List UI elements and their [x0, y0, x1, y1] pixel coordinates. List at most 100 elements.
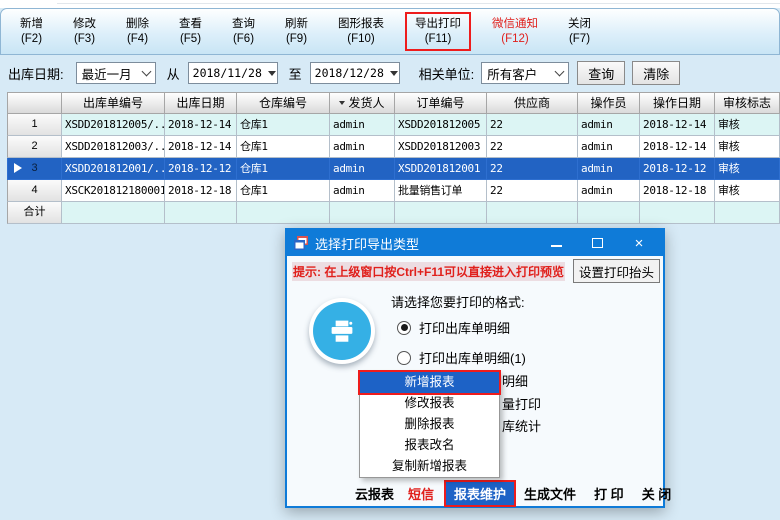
from-date-input[interactable]: 2018/11/28 — [188, 62, 278, 84]
table-cell[interactable]: 批量销售订单 — [395, 180, 487, 202]
menu-item-copy-report[interactable]: 复制新增报表 — [360, 456, 499, 477]
minimize-button[interactable] — [551, 240, 562, 247]
column-header-8[interactable]: 审核标志 — [715, 92, 780, 114]
toolbar-button-graph-report[interactable]: 图形报表(F10) — [331, 15, 391, 49]
table-cell[interactable]: 22 — [487, 180, 578, 202]
toolbar: 新增(F2) 修改(F3) 删除(F4) 查看(F5) 查询(F6) 刷新(F9) 图形报表… — [0, 8, 780, 55]
menu-item-add-report[interactable]: 新增报表 — [360, 372, 499, 393]
table-cell[interactable]: 2018-12-14 — [165, 114, 237, 136]
column-header-4[interactable]: 订单编号 — [395, 92, 487, 114]
table-cell[interactable]: admin — [330, 158, 395, 180]
print-format-option-label: 打印出库单明细 — [419, 318, 510, 337]
table-cell[interactable]: 22 — [487, 158, 578, 180]
table-cell[interactable]: XSDD201812005/... — [62, 114, 165, 136]
toolbar-button-delete[interactable]: 删除(F4) — [119, 15, 156, 49]
table-cell[interactable]: 仓库1 — [237, 136, 330, 158]
column-header-2[interactable]: 仓库编号 — [237, 92, 330, 114]
footer-link-print[interactable]: 打 印 — [594, 484, 624, 503]
maximize-button[interactable] — [592, 238, 603, 248]
row-number-cell[interactable]: 3 — [7, 158, 62, 180]
dialog-titlebar[interactable]: 选择打印导出类型 × — [287, 230, 663, 256]
column-header-3[interactable]: 发货人 — [330, 92, 395, 114]
footer-link-generate-file[interactable]: 生成文件 — [524, 484, 576, 503]
table-cell[interactable]: 审核 — [715, 180, 780, 202]
table-cell[interactable]: XSDD201812001/... — [62, 158, 165, 180]
toolbar-button-refresh[interactable]: 刷新(F9) — [278, 15, 315, 49]
filter-arrow-icon[interactable] — [339, 101, 345, 105]
toolbar-button-fkey: (F2) — [20, 32, 43, 47]
related-unit-select[interactable]: 所有客户 — [481, 62, 569, 84]
date-range-select[interactable]: 最近一月 — [76, 62, 156, 84]
table-cell[interactable]: admin — [578, 158, 640, 180]
print-format-option-1[interactable]: 打印出库单明细(1) — [397, 348, 526, 367]
table-cell[interactable]: admin — [578, 180, 640, 202]
radio-icon[interactable] — [397, 351, 411, 365]
radio-selected-icon[interactable] — [397, 321, 411, 335]
search-button[interactable]: 查询 — [577, 61, 625, 85]
column-header-1[interactable]: 出库日期 — [165, 92, 237, 114]
table-cell[interactable]: 2018-12-18 — [640, 180, 715, 202]
table-cell[interactable]: XSDD201812005 — [395, 114, 487, 136]
toolbar-button-wechat-notify[interactable]: 微信通知(F12) — [485, 15, 545, 49]
table-cell[interactable]: 22 — [487, 136, 578, 158]
toolbar-button-export-print[interactable]: 导出打印(F11) — [408, 15, 468, 49]
row-number-cell[interactable]: 1 — [7, 114, 62, 136]
menu-item-delete-report[interactable]: 删除报表 — [360, 414, 499, 435]
toolbar-button-close[interactable]: 关闭(F7) — [561, 15, 598, 49]
table-cell[interactable]: XSDD201812003 — [395, 136, 487, 158]
print-format-option-0[interactable]: 打印出库单明细 — [397, 318, 510, 337]
table-cell[interactable]: 2018-12-14 — [640, 114, 715, 136]
column-header-0[interactable]: 出库单编号 — [62, 92, 165, 114]
close-button[interactable]: × — [633, 237, 645, 249]
table-cell[interactable]: admin — [578, 114, 640, 136]
toolbar-button-new[interactable]: 新增(F2) — [13, 15, 50, 49]
footer-total-cell: 合计 — [7, 202, 62, 224]
menu-item-rename-report[interactable]: 报表改名 — [360, 435, 499, 456]
date-dropdown-icon[interactable] — [268, 71, 276, 76]
row-number-cell[interactable]: 4 — [7, 180, 62, 202]
table-cell[interactable]: 仓库1 — [237, 180, 330, 202]
set-print-header-button[interactable]: 设置打印抬头 — [573, 259, 660, 283]
table-cell[interactable]: XSDD201812003/... — [62, 136, 165, 158]
footer-link-sms[interactable]: 短信 — [408, 484, 434, 503]
dialog-hint-row: 提示: 在上级窗口按Ctrl+F11可以直接进入打印预览 设置打印抬头 — [287, 256, 663, 284]
table-cell[interactable]: XSCK201812180001 — [62, 180, 165, 202]
footer-link-report-maintain[interactable]: 报表维护 — [446, 482, 514, 505]
toolbar-button-search[interactable]: 查询(F6) — [225, 15, 262, 49]
row-number-cell[interactable]: 2 — [7, 136, 62, 158]
table-cell[interactable]: 审核 — [715, 114, 780, 136]
clear-button[interactable]: 清除 — [632, 61, 680, 85]
date-dropdown-icon[interactable] — [390, 71, 398, 76]
printer-badge — [309, 298, 375, 364]
table-cell[interactable]: 审核 — [715, 136, 780, 158]
column-header-7[interactable]: 操作日期 — [640, 92, 715, 114]
column-header-6[interactable]: 操作员 — [578, 92, 640, 114]
footer-empty-cell — [165, 202, 237, 224]
table-cell[interactable]: 22 — [487, 114, 578, 136]
table-cell[interactable]: 仓库1 — [237, 114, 330, 136]
table-cell[interactable]: XSDD201812001 — [395, 158, 487, 180]
from-date-value: 2018/11/28 — [193, 66, 262, 80]
table-cell[interactable]: admin — [578, 136, 640, 158]
column-header-5[interactable]: 供应商 — [487, 92, 578, 114]
table-cell[interactable]: 2018-12-18 — [165, 180, 237, 202]
table-cell[interactable]: 仓库1 — [237, 158, 330, 180]
table-cell[interactable]: admin — [330, 136, 395, 158]
table-cell[interactable]: 2018-12-14 — [640, 136, 715, 158]
table-cell[interactable]: admin — [330, 114, 395, 136]
table-cell[interactable]: admin — [330, 180, 395, 202]
footer-link-cloud-report[interactable]: 云报表 — [355, 484, 394, 503]
dialog-title: 选择打印导出类型 — [315, 234, 545, 253]
footer-empty-cell — [395, 202, 487, 224]
footer-link-close[interactable]: 关 闭 — [642, 484, 672, 503]
table-cell[interactable]: 审核 — [715, 158, 780, 180]
toolbar-button-view[interactable]: 查看(F5) — [172, 15, 209, 49]
toolbar-buttons: 新增(F2) 修改(F3) 删除(F4) 查看(F5) 查询(F6) 刷新(F9) 图形报表… — [13, 12, 598, 52]
menu-item-edit-report[interactable]: 修改报表 — [360, 393, 499, 414]
toolbar-button-fkey: (F12) — [492, 32, 538, 47]
to-date-input[interactable]: 2018/12/28 — [310, 62, 400, 84]
table-cell[interactable]: 2018-12-12 — [165, 158, 237, 180]
table-cell[interactable]: 2018-12-14 — [165, 136, 237, 158]
toolbar-button-edit[interactable]: 修改(F3) — [66, 15, 103, 49]
table-cell[interactable]: 2018-12-12 — [640, 158, 715, 180]
